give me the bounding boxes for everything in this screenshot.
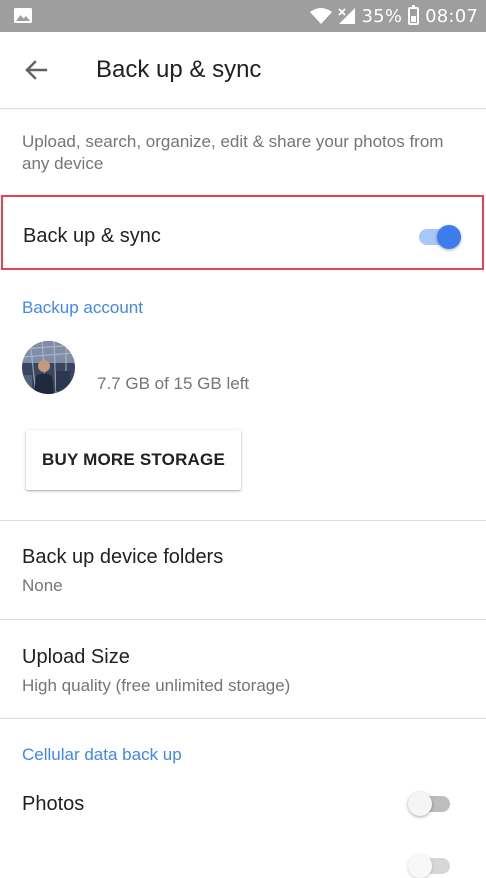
toggle-knob [408, 854, 432, 878]
toggle-knob [408, 792, 432, 816]
image-notification-icon [14, 8, 32, 23]
battery-icon [408, 5, 420, 25]
photos-toggle[interactable] [408, 792, 450, 816]
avatar[interactable] [22, 341, 75, 394]
cell-signal-icon [337, 8, 355, 24]
arrow-back-icon [25, 60, 48, 80]
page-title: Back up & sync [96, 56, 262, 83]
wifi-icon [309, 8, 332, 24]
buy-more-storage-button[interactable]: BUY MORE STORAGE [26, 430, 241, 490]
device-folders-title: Back up device folders [22, 546, 224, 568]
back-button[interactable] [20, 54, 52, 86]
battery-percent: 35% [361, 5, 403, 27]
backup-sync-row[interactable]: Back up & sync [1, 195, 484, 270]
divider [0, 619, 486, 620]
toggle-knob [437, 225, 461, 249]
storage-remaining: 7.7 GB of 15 GB left [97, 374, 250, 393]
status-bar: 35% 08:07 [0, 0, 486, 32]
backup-sync-label: Back up & sync [23, 225, 161, 247]
divider [0, 520, 486, 521]
toolbar: Back up & sync [0, 32, 486, 109]
description-text: Upload, search, organize, edit & share y… [22, 132, 444, 173]
divider [0, 718, 486, 719]
backup-sync-toggle[interactable] [419, 225, 461, 249]
upload-size-title: Upload Size [22, 646, 130, 668]
clock: 08:07 [425, 5, 478, 27]
videos-toggle[interactable] [408, 854, 450, 878]
device-folders-value: None [22, 576, 63, 595]
cellular-backup-header: Cellular data back up [22, 745, 182, 764]
photos-label: Photos [22, 793, 85, 815]
upload-size-value: High quality (free unlimited storage) [22, 676, 291, 695]
backup-account-header: Backup account [22, 298, 143, 317]
